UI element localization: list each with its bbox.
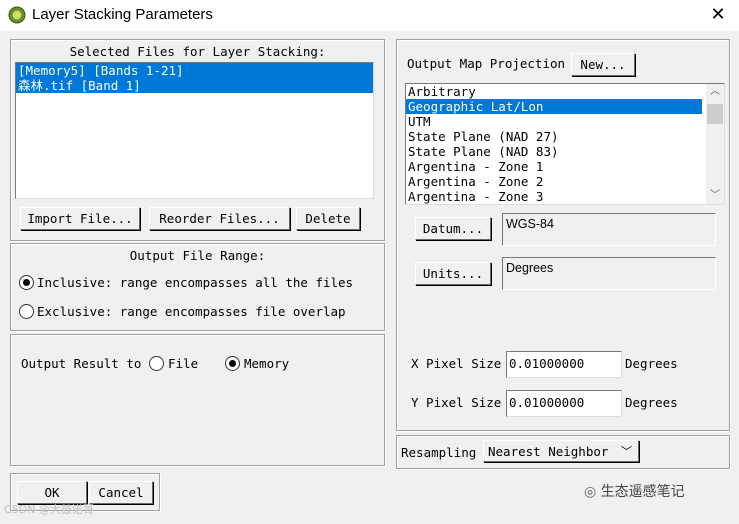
scroll-down-icon[interactable]: ﹀ [710,190,720,202]
file-list-item[interactable]: [Memory5] [Bands 1-21] [16,63,373,78]
output-file-radio[interactable] [149,356,164,371]
scroll-up-icon[interactable]: ︿ [710,86,720,98]
units-value: Degrees [506,261,554,275]
resampling-dropdown[interactable]: Nearest Neighbor ﹀ [483,440,639,462]
file-list-item[interactable]: 森林.tif [Band 1] [16,78,373,93]
watermark-right-text: 生态遥感笔记 [600,484,685,500]
y-pixel-size-input[interactable]: 0.01000000 [506,390,622,417]
chevron-down-icon: ﹀ [621,445,632,458]
datum-value: WGS-84 [506,217,554,231]
x-pixel-size-input[interactable]: 0.01000000 [506,351,622,378]
resampling-frame: Resampling Nearest Neighbor ﹀ [396,435,730,469]
output-file-label[interactable]: File [168,356,198,371]
projection-list-item[interactable]: Argentina - Zone 3 [406,189,724,204]
inclusive-radio[interactable] [19,275,34,290]
resampling-label: Resampling [401,445,477,460]
projection-list-item[interactable]: Geographic Lat/Lon [406,99,702,114]
exclusive-radio[interactable] [19,304,34,319]
import-file-button[interactable]: Import File... [20,207,140,230]
units-button[interactable]: Units... [415,262,491,285]
dialog-body: Selected Files for Layer Stacking: [Memo… [0,31,739,524]
x-pixel-unit: Degrees [625,356,678,371]
exclusive-label[interactable]: Exclusive: range encompasses file overla… [37,304,346,319]
projection-list-item[interactable]: State Plane (NAD 27) [406,129,724,144]
window-title: Layer Stacking Parameters [32,6,213,23]
y-pixel-size-value: 0.01000000 [509,395,585,410]
selected-files-frame: Selected Files for Layer Stacking: [Memo… [10,39,385,241]
envi-app-icon [8,6,26,24]
inclusive-label[interactable]: Inclusive: range encompasses all the fil… [37,275,353,290]
projection-list[interactable]: Arbitrary Geographic Lat/Lon UTM State P… [405,83,725,205]
selected-files-list[interactable]: [Memory5] [Bands 1-21] 森林.tif [Band 1] [15,62,374,199]
datum-field: WGS-84 [502,213,716,246]
output-memory-radio[interactable] [225,356,240,371]
new-projection-button[interactable]: New... [571,53,635,76]
datum-button[interactable]: Datum... [415,217,491,240]
y-pixel-unit: Degrees [625,395,678,410]
units-field: Degrees [502,257,716,290]
output-memory-label[interactable]: Memory [244,356,289,371]
wechat-icon: ◎ [584,484,597,500]
delete-button[interactable]: Delete [296,207,360,230]
scroll-thumb[interactable] [707,104,723,124]
selected-files-label: Selected Files for Layer Stacking: [69,44,326,59]
radio-selected-dot [23,279,30,286]
projection-list-item[interactable]: UTM [406,114,724,129]
projection-list-item[interactable]: Argentina - Zone 2 [406,174,724,189]
projection-list-item[interactable]: Argentina - Zone 1 [406,159,724,174]
radio-selected-dot [229,360,236,367]
y-pixel-size-label: Y Pixel Size [411,395,502,410]
cancel-button[interactable]: Cancel [89,481,153,504]
projection-list-item[interactable]: State Plane (NAD 83) [406,144,724,159]
output-result-frame: Output Result to File Memory [10,334,385,466]
reorder-files-button[interactable]: Reorder Files... [149,207,290,230]
close-icon[interactable]: ✕ [707,4,729,26]
resampling-value: Nearest Neighbor [488,444,609,459]
output-projection-label: Output Map Projection [407,56,566,71]
projection-list-item[interactable]: Arbitrary [406,84,724,99]
output-file-range-frame: Output File Range: Inclusive: range enco… [10,243,385,331]
output-file-range-title: Output File Range: [129,248,266,263]
projection-scrollbar[interactable]: ︿ ﹀ [706,84,724,204]
watermark-left: CSDN @大鼓诺哥 [4,503,94,516]
projection-frame: Output Map Projection New... Arbitrary G… [396,39,730,431]
output-result-label: Output Result to [21,356,142,371]
x-pixel-size-value: 0.01000000 [509,356,585,371]
title-bar: Layer Stacking Parameters ✕ [0,0,739,30]
x-pixel-size-label: X Pixel Size [411,356,502,371]
watermark-right: ◎ 生态遥感笔记 [584,481,685,501]
